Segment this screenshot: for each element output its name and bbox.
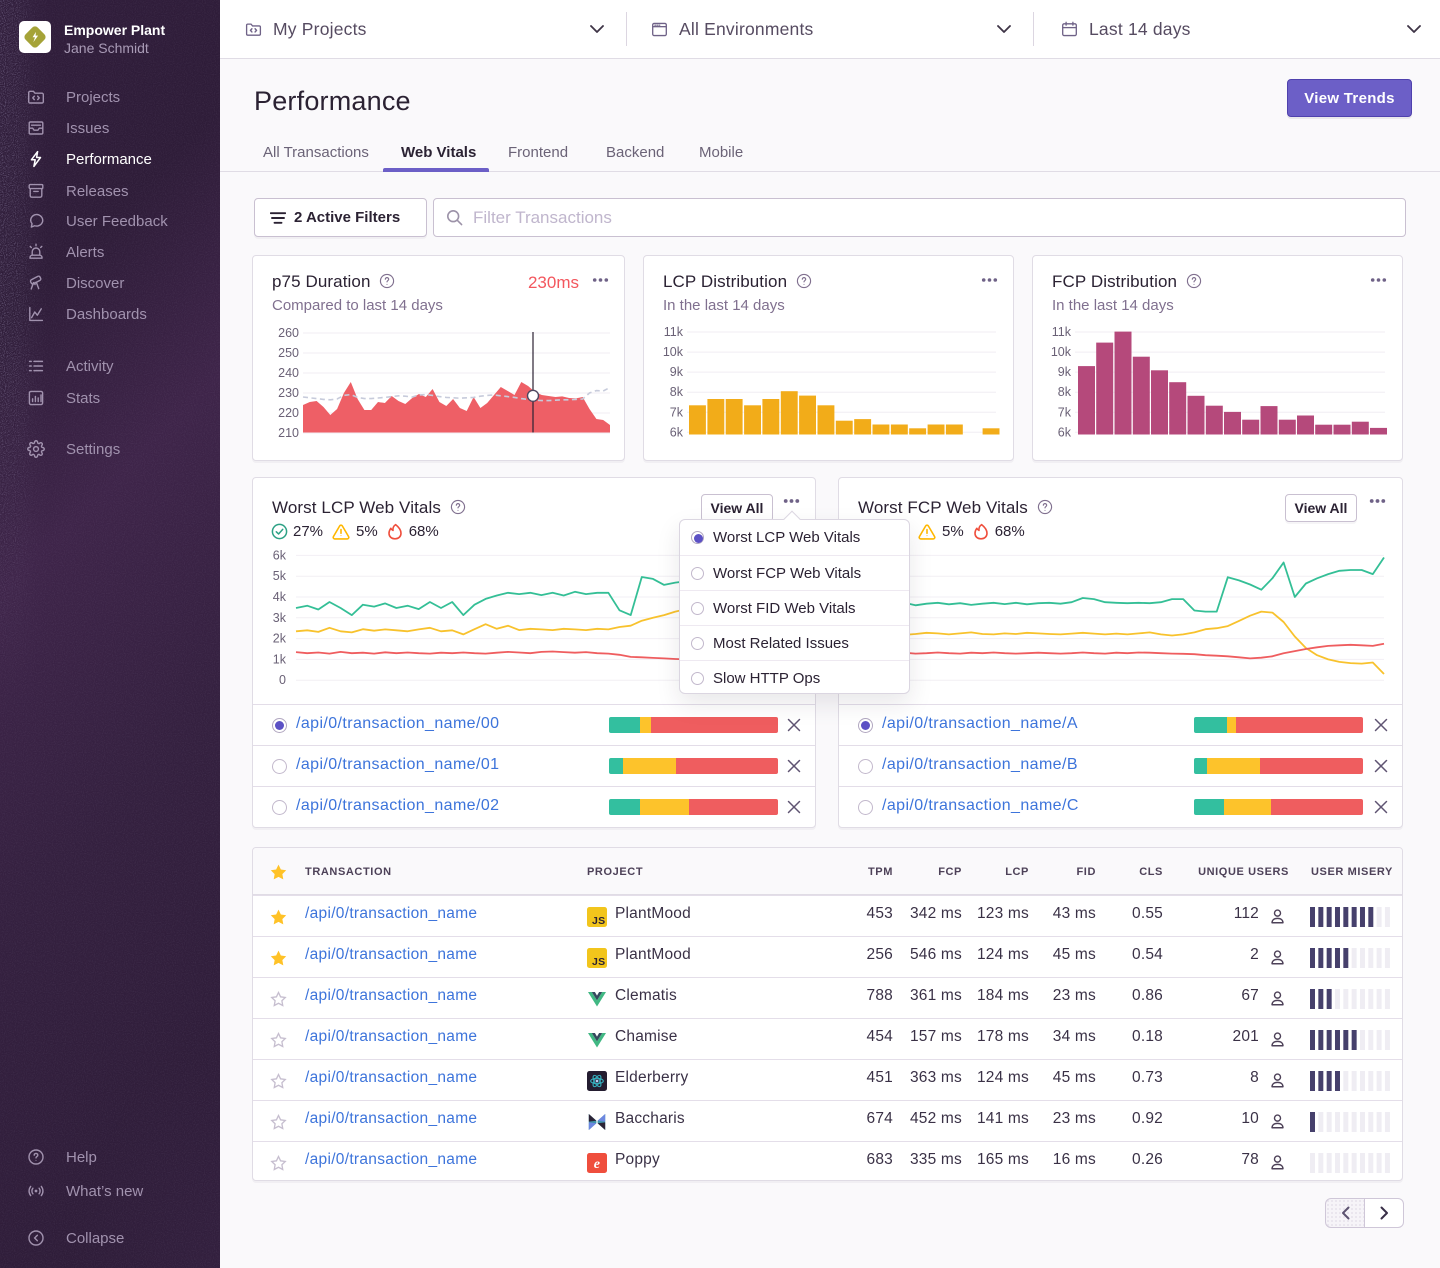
svg-text:7k: 7k <box>1058 405 1072 419</box>
svg-text:JS: JS <box>592 956 605 968</box>
svg-text:JS: JS <box>592 915 605 927</box>
svg-text:11k: 11k <box>1052 325 1072 339</box>
svg-text:10k: 10k <box>663 345 684 359</box>
svg-text:9k: 9k <box>670 365 684 379</box>
svg-text:230: 230 <box>278 386 299 400</box>
svg-text:11k: 11k <box>664 325 684 339</box>
svg-text:260: 260 <box>278 326 299 340</box>
svg-text:3k: 3k <box>273 611 287 625</box>
svg-text:6k: 6k <box>670 425 684 439</box>
svg-text:e: e <box>594 1157 600 1172</box>
svg-text:2k: 2k <box>273 632 287 646</box>
svg-text:9k: 9k <box>1058 365 1072 379</box>
svg-text:250: 250 <box>278 346 299 360</box>
svg-text:6k: 6k <box>273 548 287 562</box>
svg-text:7k: 7k <box>670 405 684 419</box>
svg-text:6k: 6k <box>1058 425 1072 439</box>
svg-text:210: 210 <box>278 426 299 440</box>
svg-text:8k: 8k <box>670 385 684 399</box>
svg-text:5k: 5k <box>273 569 287 583</box>
svg-text:240: 240 <box>278 366 299 380</box>
svg-text:220: 220 <box>278 406 299 420</box>
svg-text:8k: 8k <box>1058 385 1072 399</box>
svg-text:4k: 4k <box>273 590 287 604</box>
svg-text:10k: 10k <box>1051 345 1072 359</box>
svg-text:0: 0 <box>279 673 286 687</box>
svg-text:1k: 1k <box>273 652 287 666</box>
